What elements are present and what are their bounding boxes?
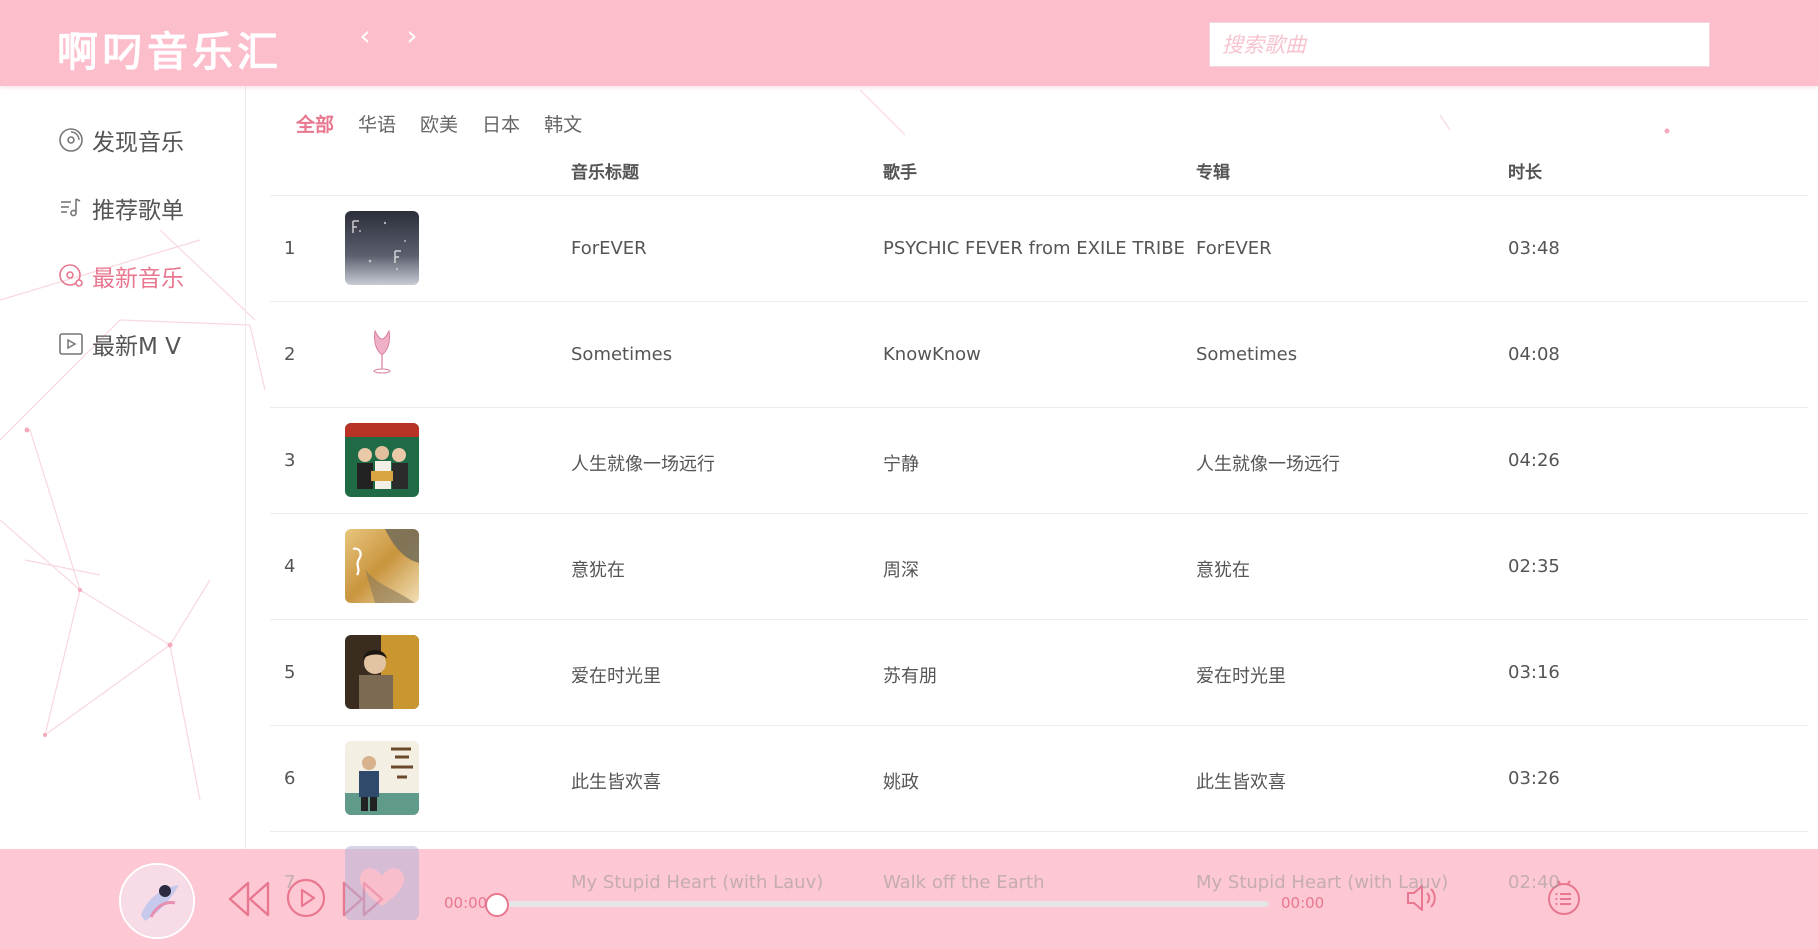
- song-album[interactable]: Sometimes: [1196, 344, 1297, 365]
- previous-button[interactable]: [226, 879, 272, 923]
- sidebar-item-label: 最新M V: [92, 334, 181, 360]
- main-content: 全部 华语 欧美 日本 韩文 音乐标题 歌手 专辑 时长 1 ForEVER P…: [270, 86, 1810, 849]
- playlist-icon: [58, 195, 84, 221]
- music-note-icon: [58, 263, 84, 289]
- album-cover[interactable]: [345, 635, 419, 709]
- volume-icon: [1404, 881, 1438, 919]
- song-duration: 03:48: [1508, 238, 1560, 259]
- album-cover[interactable]: [345, 423, 419, 497]
- app-logo[interactable]: 啊叼音乐汇: [57, 18, 282, 78]
- tab-western[interactable]: 欧美: [420, 110, 458, 137]
- song-artist[interactable]: KnowKnow: [883, 344, 981, 365]
- song-title[interactable]: ForEVER: [571, 238, 647, 259]
- song-album[interactable]: 此生皆欢喜: [1196, 768, 1286, 794]
- table-row[interactable]: 1 ForEVER PSYCHIC FEVER from EXILE TRIBE…: [270, 196, 1808, 302]
- disc-icon: [58, 127, 84, 153]
- row-index: 4: [284, 556, 296, 577]
- song-duration: 04:26: [1508, 450, 1560, 471]
- song-album[interactable]: 意犹在: [1196, 556, 1250, 582]
- sidebar-item-new-mv[interactable]: 最新M V: [58, 324, 181, 364]
- song-table: 音乐标题 歌手 专辑 时长 1 ForEVER PSYCHIC FEVER fr…: [270, 148, 1808, 832]
- row-index: 5: [284, 662, 296, 683]
- tab-all[interactable]: 全部: [296, 110, 334, 137]
- song-title[interactable]: 爱在时光里: [571, 662, 661, 688]
- song-title[interactable]: 此生皆欢喜: [571, 768, 661, 794]
- search-input[interactable]: [1209, 22, 1710, 67]
- header-album: 专辑: [1196, 163, 1230, 183]
- fast-forward-icon: [340, 877, 386, 925]
- current-time: 00:00: [444, 894, 488, 912]
- song-album[interactable]: ForEVER: [1196, 238, 1272, 259]
- chevron-left-icon: ‹: [359, 18, 371, 52]
- song-duration: 04:08: [1508, 344, 1560, 365]
- table-header: 音乐标题 歌手 专辑 时长: [270, 148, 1808, 196]
- song-album[interactable]: 爱在时光里: [1196, 662, 1286, 688]
- row-index: 6: [284, 768, 296, 789]
- sidebar: 发现音乐 推荐歌单 最新音乐 最新M V: [0, 86, 246, 849]
- row-index: 1: [284, 238, 296, 259]
- table-row[interactable]: 3 人生就像一场远行 宁静 人生就像一场远行 04:26: [270, 408, 1808, 514]
- album-cover[interactable]: [345, 529, 419, 603]
- tab-korean[interactable]: 韩文: [544, 110, 582, 137]
- row-index: 3: [284, 450, 296, 471]
- table-row[interactable]: 6 此生皆欢喜 姚政 此生皆欢喜 03:26: [270, 726, 1808, 832]
- tab-chinese[interactable]: 华语: [358, 110, 396, 137]
- album-cover[interactable]: [345, 211, 419, 285]
- progress-knob[interactable]: [485, 893, 509, 917]
- tab-japan[interactable]: 日本: [482, 110, 520, 137]
- song-title[interactable]: 意犹在: [571, 556, 625, 582]
- table-row[interactable]: 2 Sometimes KnowKnow Sometimes 04:08: [270, 302, 1808, 408]
- song-artist[interactable]: PSYCHIC FEVER from EXILE TRIBE: [883, 238, 1185, 259]
- back-button[interactable]: ‹: [350, 18, 380, 52]
- volume-button[interactable]: [1404, 883, 1438, 917]
- sidebar-item-new-music[interactable]: 最新音乐: [58, 256, 184, 296]
- song-artist[interactable]: 周深: [883, 556, 919, 582]
- song-title[interactable]: 人生就像一场远行: [571, 450, 715, 476]
- sidebar-item-playlists[interactable]: 推荐歌单: [58, 188, 184, 228]
- play-button[interactable]: [286, 878, 326, 922]
- playlist-button[interactable]: [1546, 879, 1582, 919]
- sidebar-item-discover[interactable]: 发现音乐: [58, 120, 184, 160]
- sidebar-item-label: 最新音乐: [92, 266, 184, 292]
- header-duration: 时长: [1508, 163, 1542, 183]
- album-cover[interactable]: [345, 317, 419, 391]
- player-bar: 00:00 00:00: [0, 849, 1818, 949]
- song-artist[interactable]: 宁静: [883, 450, 919, 476]
- now-playing-cover[interactable]: [119, 863, 195, 939]
- region-tabs: 全部 华语 欧美 日本 韩文: [296, 110, 606, 137]
- forward-button[interactable]: ›: [397, 18, 427, 52]
- song-artist[interactable]: 姚政: [883, 768, 919, 794]
- rewind-icon: [226, 877, 272, 925]
- album-cover[interactable]: [345, 741, 419, 815]
- song-duration: 02:35: [1508, 556, 1560, 577]
- playlist-menu-icon: [1546, 877, 1582, 921]
- video-icon: [58, 331, 84, 357]
- table-row[interactable]: 4 意犹在 周深 意犹在 02:35: [270, 514, 1808, 620]
- top-header: 啊叼音乐汇 ‹ ›: [0, 0, 1818, 86]
- header-title: 音乐标题: [571, 163, 639, 183]
- song-album[interactable]: 人生就像一场远行: [1196, 450, 1340, 476]
- next-button[interactable]: [340, 879, 386, 923]
- header-artist: 歌手: [883, 163, 917, 183]
- song-title[interactable]: Sometimes: [571, 344, 672, 365]
- song-duration: 03:26: [1508, 768, 1560, 789]
- row-index: 2: [284, 344, 296, 365]
- song-duration: 03:16: [1508, 662, 1560, 683]
- total-time: 00:00: [1281, 894, 1325, 912]
- chevron-right-icon: ›: [406, 18, 418, 52]
- progress-track[interactable]: [497, 901, 1269, 907]
- sidebar-item-label: 推荐歌单: [92, 198, 184, 224]
- table-row[interactable]: 5 爱在时光里 苏有朋 爱在时光里 03:16: [270, 620, 1808, 726]
- play-icon: [286, 878, 326, 922]
- sidebar-item-label: 发现音乐: [92, 130, 184, 156]
- song-artist[interactable]: 苏有朋: [883, 662, 937, 688]
